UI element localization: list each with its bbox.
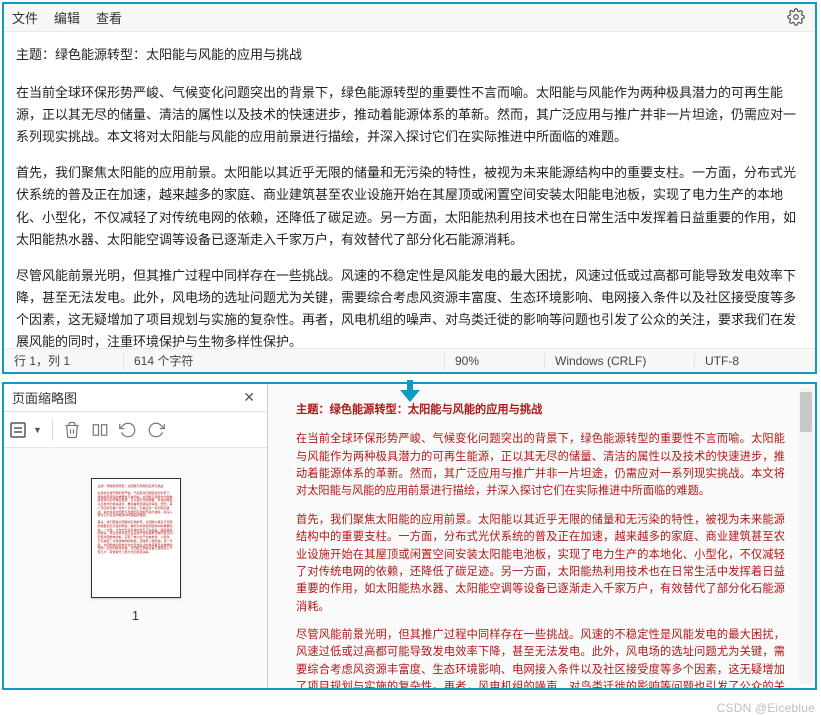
- preview-paragraph: 首先，我们聚焦太阳能的应用前景。太阳能以其近乎无限的储量和无污染的特性，被视为未…: [296, 512, 785, 616]
- delete-icon[interactable]: [63, 421, 81, 439]
- thumbnail-preview-text: 主题：绿色能源转型：太阳能与风能的应用与挑战: [98, 485, 174, 489]
- thumbnail-sidebar: 页面缩略图 ✕ ▼: [4, 384, 268, 688]
- document-paragraph: 首先，我们聚焦太阳能的应用前景。太阳能以其近乎无限的储量和无污染的特性，被视为未…: [16, 162, 799, 250]
- pages-icon[interactable]: [91, 421, 109, 439]
- menu-view[interactable]: 查看: [96, 6, 138, 29]
- preview-paragraph: 尽管风能前景光明，但其推广过程中同样存在一些挑战。风速的不稳定性是风能发电的最大…: [296, 627, 785, 688]
- document-title-line: 主题：绿色能源转型：太阳能与风能的应用与挑战: [16, 44, 799, 66]
- editor-window: 文件 编辑 查看 主题：绿色能源转型：太阳能与风能的应用与挑战 在当前全球环保形…: [2, 2, 817, 374]
- document-paragraph: 尽管风能前景光明，但其推广过程中同样存在一些挑战。风速的不稳定性是风能发电的最大…: [16, 265, 799, 348]
- thumbnail-preview-text: 在当前全球环保形势严峻、气候变化问题突出的背景下，绿色能源转型的重要性不言而喻。…: [98, 492, 174, 518]
- thumbnail-options-button[interactable]: ▼: [10, 421, 42, 439]
- rotate-cw-icon[interactable]: [147, 421, 165, 439]
- scrollbar[interactable]: [799, 388, 813, 684]
- preview-title: 主题：绿色能源转型：太阳能与风能的应用与挑战: [296, 402, 785, 419]
- status-line-col[interactable]: 行 1，列 1: [4, 352, 124, 369]
- reader-window: 页面缩略图 ✕ ▼: [2, 382, 817, 690]
- thumbnail-viewport[interactable]: 主题：绿色能源转型：太阳能与风能的应用与挑战 在当前全球环保形势严峻、气候变化问…: [4, 448, 267, 688]
- toolbar-separator: [52, 419, 53, 441]
- status-zoom[interactable]: 90%: [445, 354, 545, 368]
- thumbnail-toolbar: ▼: [4, 412, 267, 448]
- preview-paragraph: 在当前全球环保形势严峻、气候变化问题突出的背景下，绿色能源转型的重要性不言而喻。…: [296, 431, 785, 500]
- preview-pane[interactable]: 主题：绿色能源转型：太阳能与风能的应用与挑战 在当前全球环保形势严峻、气候变化问…: [268, 384, 815, 688]
- arrow-down-icon: [398, 380, 422, 405]
- status-encoding[interactable]: UTF-8: [695, 354, 815, 368]
- close-icon[interactable]: ✕: [239, 389, 259, 406]
- rotate-ccw-icon[interactable]: [119, 421, 137, 439]
- thumbnail-preview-text: 首先，我们聚焦太阳能的应用前景。太阳能以其近乎无限的储量和无污染的特性，被视为未…: [98, 521, 174, 555]
- thumbnail-title: 页面缩略图: [12, 388, 77, 407]
- scrollbar-thumb[interactable]: [800, 392, 812, 432]
- menu-edit[interactable]: 编辑: [54, 6, 96, 29]
- editor-text-area[interactable]: 主题：绿色能源转型：太阳能与风能的应用与挑战 在当前全球环保形势严峻、气候变化问…: [4, 32, 815, 348]
- preview-paper: 主题：绿色能源转型：太阳能与风能的应用与挑战 在当前全球环保形势严峻、气候变化问…: [296, 402, 785, 688]
- thumbnail-title-row: 页面缩略图 ✕: [4, 384, 267, 412]
- menu-file[interactable]: 文件: [12, 6, 54, 29]
- thumbnail-page-number: 1: [132, 608, 139, 623]
- status-line-ending[interactable]: Windows (CRLF): [545, 354, 695, 368]
- document-paragraph: 在当前全球环保形势严峻、气候变化问题突出的背景下，绿色能源转型的重要性不言而喻。…: [16, 82, 799, 148]
- status-bar: 行 1，列 1 614 个字符 90% Windows (CRLF) UTF-8: [4, 348, 815, 372]
- status-char-count[interactable]: 614 个字符: [124, 352, 445, 369]
- gear-icon[interactable]: [787, 8, 805, 29]
- menu-bar: 文件 编辑 查看: [4, 4, 815, 32]
- page-thumbnail[interactable]: 主题：绿色能源转型：太阳能与风能的应用与挑战 在当前全球环保形势严峻、气候变化问…: [91, 478, 181, 598]
